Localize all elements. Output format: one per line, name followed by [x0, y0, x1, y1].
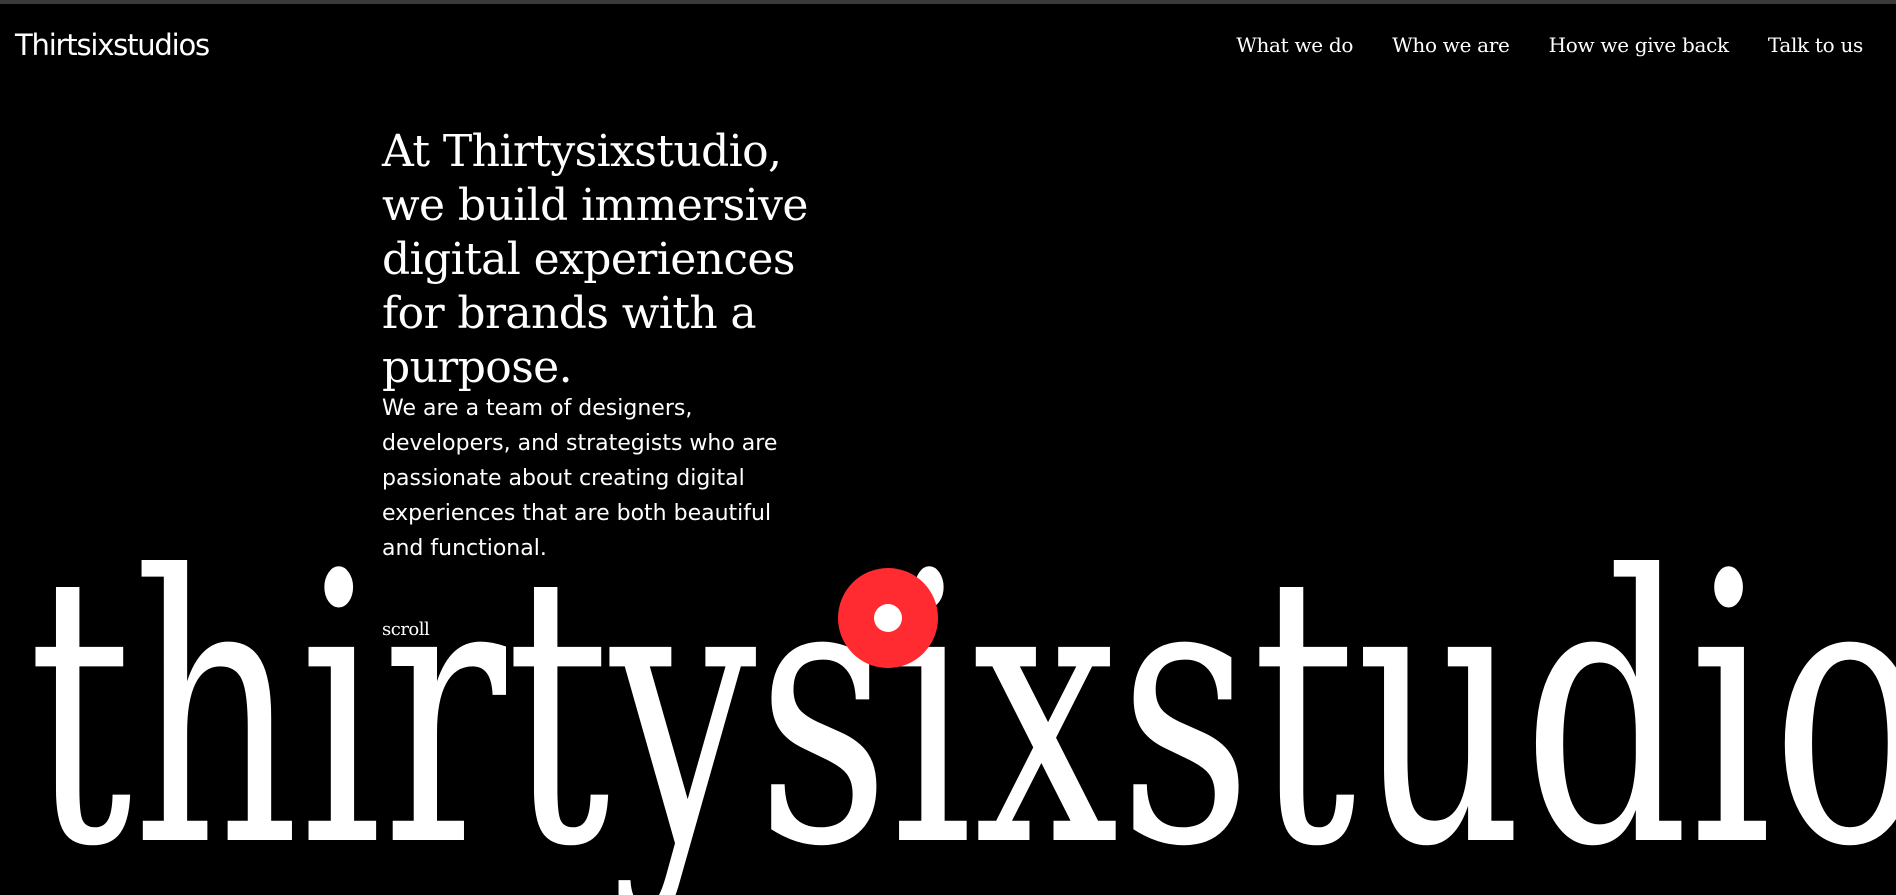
brand-wordmark-text: thirtysixstudio [28, 560, 1896, 895]
hero-intro: We are a team of designers, developers, … [382, 396, 778, 561]
main-nav: What we do Who we are How we give back T… [1236, 30, 1863, 60]
hero-headline: At Thirtysixstudio, we build immersive d… [382, 126, 808, 393]
site-logo[interactable]: Thirtsixstudios [15, 24, 210, 66]
brand-wordmark: thirtysixstudio [28, 560, 1896, 895]
nav-link-who-we-are[interactable]: Who we are [1392, 30, 1510, 60]
nav-link-what-we-do[interactable]: What we do [1236, 30, 1353, 60]
window-top-border [0, 0, 1896, 4]
red-dot-marker [838, 568, 938, 668]
nav-link-talk-to-us[interactable]: Talk to us [1768, 30, 1863, 60]
dot-marker-center [874, 604, 902, 632]
nav-link-how-we-give-back[interactable]: How we give back [1549, 30, 1730, 60]
